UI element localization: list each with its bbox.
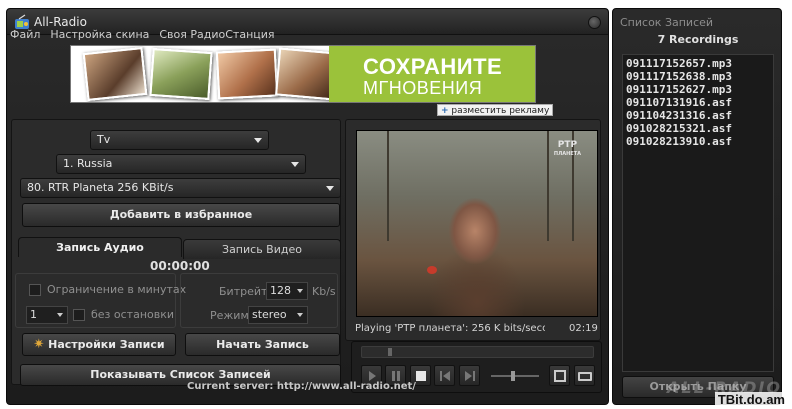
seek-thumb[interactable] bbox=[388, 348, 392, 356]
chevron-down-icon bbox=[291, 162, 299, 167]
bitrate-label: Битрейт bbox=[219, 285, 268, 298]
gear-icon: ✷ bbox=[33, 337, 45, 352]
record-settings-label: Настройки Записи bbox=[48, 338, 165, 351]
seek-bar[interactable] bbox=[361, 346, 594, 358]
site-watermark: TBit.do.am bbox=[714, 392, 788, 407]
menu-file[interactable]: Файл bbox=[10, 28, 40, 44]
add-favorite-button[interactable]: Добавить в избранное bbox=[22, 203, 340, 227]
bitrate-value: 128 bbox=[270, 284, 291, 297]
recordings-window: Список Записей 7 Recordings 091117152657… bbox=[612, 8, 782, 405]
tree-trunk bbox=[547, 131, 549, 241]
flowers bbox=[427, 266, 437, 274]
tree-trunk bbox=[387, 131, 389, 241]
limit-minutes-value: 1 bbox=[30, 308, 37, 321]
stop-icon bbox=[416, 371, 426, 381]
window-title: All-Radio bbox=[34, 15, 87, 29]
close-button[interactable] bbox=[588, 16, 601, 29]
channel-logo: РТР ПЛАНЕТА bbox=[554, 141, 581, 159]
banner-photo bbox=[215, 48, 279, 100]
volume-slider[interactable] bbox=[491, 375, 539, 377]
recordings-title: Список Записей bbox=[620, 16, 714, 29]
limit-minutes-stepper[interactable]: 1 bbox=[26, 306, 68, 324]
current-server: Current server: http://www.all-radio.net… bbox=[187, 381, 416, 392]
record-timer: 00:00:00 bbox=[150, 259, 210, 273]
menu-bar: Файл Настройка скина Своя РадиоСтанция bbox=[10, 28, 275, 44]
list-item[interactable]: 091028213910.asf bbox=[626, 135, 770, 148]
recordings-count: 7 Recordings bbox=[657, 33, 739, 46]
channel-logo-name: РТР bbox=[557, 140, 578, 150]
banner-photo bbox=[149, 47, 213, 101]
next-icon bbox=[465, 371, 475, 381]
banner-headline: СОХРАНИТЕ bbox=[363, 54, 503, 79]
list-item[interactable]: 091028215321.asf bbox=[626, 122, 770, 135]
tab-video-record[interactable]: Запись Видео bbox=[183, 239, 341, 259]
limit-checkbox[interactable] bbox=[29, 284, 41, 296]
list-item[interactable]: 091117152638.mp3 bbox=[626, 70, 770, 83]
channel-value: 80. RTR Planeta 256 KBit/s bbox=[27, 181, 174, 194]
playback-time: 02:19 bbox=[569, 323, 598, 334]
volume-thumb[interactable] bbox=[511, 371, 515, 381]
place-ad-link[interactable]: + разместить рекламу bbox=[437, 104, 554, 116]
category-value: Tv bbox=[97, 133, 111, 146]
mode-select[interactable]: stereo bbox=[248, 306, 308, 324]
chevron-down-icon bbox=[297, 313, 303, 317]
bitrate-select[interactable]: 128 bbox=[266, 282, 308, 300]
previous-icon bbox=[440, 371, 450, 381]
channel-logo-sub: ПЛАНЕТА bbox=[553, 151, 581, 157]
category-select[interactable]: Tv bbox=[90, 130, 269, 150]
country-value: 1. Russia bbox=[63, 157, 113, 170]
chevron-down-icon bbox=[326, 186, 334, 191]
start-record-button[interactable]: Начать Запись bbox=[185, 333, 340, 356]
tab-audio-record[interactable]: Запись Аудио bbox=[18, 237, 182, 257]
stepper-icon bbox=[57, 313, 63, 317]
chevron-down-icon bbox=[297, 289, 303, 293]
place-ad-label: разместить рекламу bbox=[451, 106, 550, 116]
country-select[interactable]: 1. Russia bbox=[56, 154, 306, 174]
bitrate-unit: Kb/s bbox=[312, 285, 336, 298]
mode-label: Режим bbox=[210, 309, 249, 322]
list-item[interactable]: 091107131916.asf bbox=[626, 96, 770, 109]
recordings-list[interactable]: 091117152657.mp3 091117152638.mp3 091117… bbox=[622, 54, 774, 372]
nonstop-label: без остановки bbox=[91, 308, 175, 321]
video-frame[interactable]: РТР ПЛАНЕТА bbox=[356, 130, 598, 317]
ad-banner[interactable]: СОХРАНИТЕ МГНОВЕНИЯ bbox=[70, 45, 536, 103]
playback-status: Playing 'РТР планета': 256 K bits/secor bbox=[355, 323, 545, 334]
menu-skin-settings[interactable]: Настройка скина bbox=[50, 28, 149, 44]
list-item[interactable]: 091104231316.asf bbox=[626, 109, 770, 122]
plus-icon: + bbox=[441, 106, 449, 116]
play-icon bbox=[369, 371, 376, 381]
limit-label: Ограничение в минутах bbox=[47, 283, 187, 296]
banner-photo bbox=[82, 46, 148, 102]
banner-subheadline: МГНОВЕНИЯ bbox=[363, 78, 483, 98]
record-settings-button[interactable]: ✷ Настройки Записи bbox=[22, 333, 176, 356]
chevron-down-icon bbox=[254, 138, 262, 143]
menu-own-station[interactable]: Своя РадиоСтанция bbox=[159, 28, 274, 44]
list-item[interactable]: 091117152657.mp3 bbox=[626, 57, 770, 70]
mode-value: stereo bbox=[252, 308, 287, 321]
channel-select[interactable]: 80. RTR Planeta 256 KBit/s bbox=[20, 178, 341, 198]
pause-icon bbox=[392, 371, 400, 381]
list-item[interactable]: 091117152627.mp3 bbox=[626, 83, 770, 96]
nonstop-checkbox[interactable] bbox=[73, 309, 85, 321]
folder-icon bbox=[578, 372, 592, 381]
